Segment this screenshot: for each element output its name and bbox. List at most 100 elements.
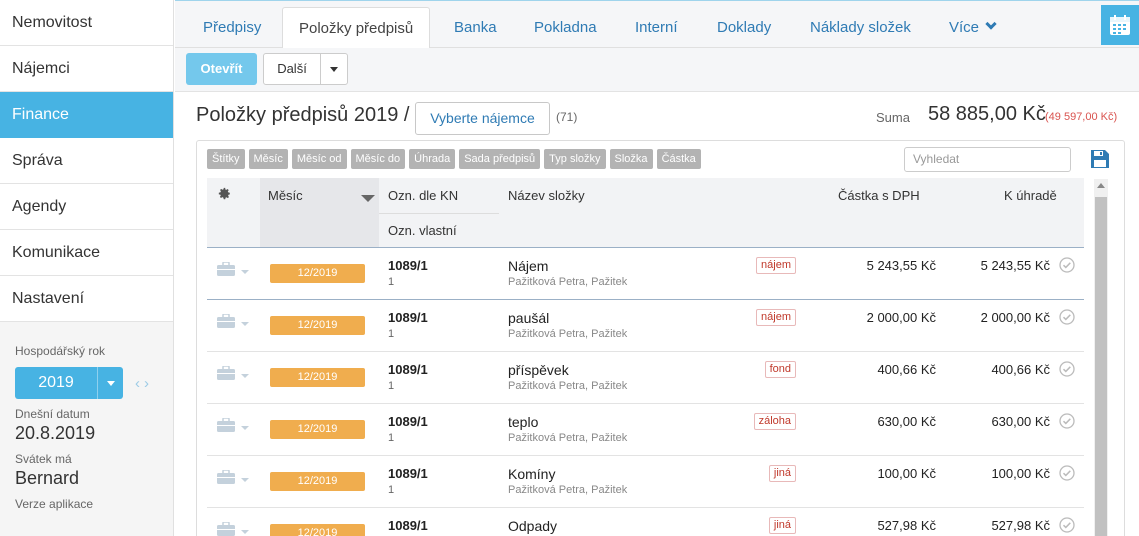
sum-remaining: (49 597,00 Kč) bbox=[1045, 111, 1118, 123]
filter-castka[interactable]: Částka bbox=[656, 149, 701, 169]
check-circle-icon[interactable] bbox=[1059, 309, 1075, 328]
sidebar-item-finance[interactable]: Finance bbox=[0, 92, 173, 138]
chevron-down-icon[interactable] bbox=[97, 367, 123, 399]
check-circle-icon[interactable] bbox=[1059, 257, 1075, 276]
filter-mesic-do[interactable]: Měsíc do bbox=[350, 149, 406, 169]
month-badge: 12/2019 bbox=[270, 420, 365, 439]
filter-stitky[interactable]: Štítky bbox=[207, 149, 245, 169]
table-row[interactable]: 12/2019 1089/1 1 příspěvek Pažitková Pet… bbox=[207, 352, 1084, 404]
row-actions[interactable] bbox=[217, 314, 249, 328]
sidebar-item-sprava[interactable]: Správa bbox=[0, 138, 173, 184]
tab-doklady[interactable]: Doklady bbox=[701, 7, 787, 49]
tab-banka[interactable]: Banka bbox=[438, 7, 513, 49]
amount-value: 630,00 Kč bbox=[877, 414, 936, 429]
table-row[interactable]: 12/2019 1089/1 1 Nájem Pažitková Petra, … bbox=[207, 248, 1084, 300]
briefcase-icon bbox=[217, 262, 235, 276]
chevron-down-icon bbox=[241, 426, 249, 430]
type-tag: záloha bbox=[753, 413, 796, 430]
filter-typ-slozky[interactable]: Typ složky bbox=[544, 149, 606, 169]
row-actions[interactable] bbox=[217, 262, 249, 276]
more-dropdown-caret-icon[interactable] bbox=[321, 54, 347, 84]
tenant-name: Pažitková Petra, Pažitek bbox=[508, 484, 628, 496]
briefcase-icon bbox=[217, 522, 235, 536]
tab-polozky-predpisu[interactable]: Položky předpisů bbox=[282, 7, 431, 49]
kn-value: 1089/1 bbox=[388, 258, 428, 273]
check-circle-icon[interactable] bbox=[1059, 517, 1075, 536]
tab-predpisy[interactable]: Předpisy bbox=[187, 7, 277, 49]
calendar-button[interactable] bbox=[1101, 5, 1139, 45]
column-header-kn[interactable]: Ozn. dle KN bbox=[388, 188, 458, 203]
column-header-amount[interactable]: Částka s DPH bbox=[838, 188, 920, 203]
tenant-name: Pažitková Petra, Pažitek bbox=[508, 380, 628, 392]
save-icon[interactable] bbox=[1090, 149, 1110, 172]
sidebar-item-agendy[interactable]: Agendy bbox=[0, 184, 173, 230]
own-value: 1 bbox=[388, 380, 395, 392]
tenant-name: Pažitková Petra, Pažitek bbox=[508, 328, 628, 340]
filter-uhrada[interactable]: Úhrada bbox=[409, 149, 456, 169]
record-count: (71) bbox=[556, 110, 578, 124]
filter-sada-predpisu[interactable]: Sada předpisů bbox=[459, 149, 541, 169]
table-row[interactable]: 12/2019 1089/1 1 paušál Pažitková Petra,… bbox=[207, 300, 1084, 352]
item-name: Odpady bbox=[508, 518, 558, 534]
column-header-month[interactable]: Měsíc bbox=[268, 188, 303, 203]
items-panel: Štítky Měsíc Měsíc od Měsíc do Úhrada Sa… bbox=[196, 140, 1125, 536]
to-pay-value: 2 000,00 Kč bbox=[980, 310, 1050, 325]
page-title: Položky předpisů 2019 / bbox=[196, 104, 410, 126]
sort-desc-icon[interactable] bbox=[361, 195, 375, 202]
column-header-to-pay[interactable]: K úhradě bbox=[1004, 188, 1057, 203]
open-button[interactable]: Otevřít bbox=[186, 53, 257, 85]
fiscal-year-label: Hospodářský rok bbox=[15, 344, 106, 358]
year-prev-next-icon[interactable]: ‹› bbox=[135, 375, 153, 392]
today-value: 20.8.2019 bbox=[15, 423, 96, 443]
item-name: Nájem bbox=[508, 258, 549, 274]
row-actions[interactable] bbox=[217, 470, 249, 484]
table-row[interactable]: 12/2019 1089/1 1 teplo Pažitková Petra, … bbox=[207, 404, 1084, 456]
sidebar-item-nastaveni[interactable]: Nastavení bbox=[0, 276, 173, 322]
tab-interni[interactable]: Interní bbox=[619, 7, 694, 49]
scrollbar-thumb[interactable] bbox=[1095, 197, 1107, 536]
sidebar-item-najemci[interactable]: Nájemci bbox=[0, 46, 173, 92]
month-badge: 12/2019 bbox=[270, 316, 365, 335]
filter-mesic[interactable]: Měsíc bbox=[248, 149, 288, 169]
own-value: 1 bbox=[388, 484, 395, 496]
more-button[interactable]: Další bbox=[264, 54, 321, 84]
scroll-up-icon[interactable] bbox=[1097, 183, 1105, 188]
briefcase-icon bbox=[217, 314, 235, 328]
type-tag: fond bbox=[764, 361, 796, 378]
tab-vice[interactable]: Více bbox=[933, 7, 1011, 49]
item-name: teplo bbox=[508, 414, 539, 430]
to-pay-value: 5 243,55 Kč bbox=[980, 258, 1050, 273]
tab-naklady-slozek[interactable]: Náklady složek bbox=[794, 7, 927, 49]
tab-vice-label: Více bbox=[949, 19, 980, 36]
chevron-down-icon bbox=[985, 18, 997, 30]
gear-icon[interactable] bbox=[218, 187, 231, 203]
check-circle-icon[interactable] bbox=[1059, 413, 1075, 432]
briefcase-icon bbox=[217, 418, 235, 432]
row-actions[interactable] bbox=[217, 522, 249, 536]
check-circle-icon[interactable] bbox=[1059, 361, 1075, 380]
tab-pokladna[interactable]: Pokladna bbox=[518, 7, 613, 49]
check-circle-icon[interactable] bbox=[1059, 465, 1075, 484]
filter-mesic-od[interactable]: Měsíc od bbox=[291, 149, 347, 169]
search-input[interactable]: Vyhledat bbox=[904, 147, 1071, 172]
select-tenant-button[interactable]: Vyberte nájemce bbox=[415, 102, 550, 135]
chevron-down-icon bbox=[241, 322, 249, 326]
sidebar-item-nemovitost[interactable]: Nemovitost bbox=[0, 0, 173, 46]
toolbar: Otevřít Další bbox=[175, 48, 1139, 92]
filter-slozka[interactable]: Složka bbox=[609, 149, 653, 169]
sidebar-item-komunikace[interactable]: Komunikace bbox=[0, 230, 173, 276]
column-header-name[interactable]: Název složky bbox=[508, 188, 585, 203]
nameday-value: Bernard bbox=[15, 468, 80, 488]
chevron-down-icon bbox=[241, 374, 249, 378]
kn-value: 1089/1 bbox=[388, 310, 428, 325]
to-pay-value: 527,98 Kč bbox=[991, 518, 1050, 533]
own-value: 1 bbox=[388, 328, 395, 340]
amount-value: 100,00 Kč bbox=[877, 466, 936, 481]
table-row[interactable]: 12/2019 1089/1 1 Komíny Pažitková Petra,… bbox=[207, 456, 1084, 508]
column-header-own[interactable]: Ozn. vlastní bbox=[388, 223, 457, 238]
fiscal-year-select[interactable]: 2019 bbox=[15, 367, 123, 399]
table-row[interactable]: 12/2019 1089/1 Odpady jiná 527,98 Kč 527… bbox=[207, 508, 1084, 536]
row-actions[interactable] bbox=[217, 366, 249, 380]
row-actions[interactable] bbox=[217, 418, 249, 432]
item-name: paušál bbox=[508, 310, 550, 326]
